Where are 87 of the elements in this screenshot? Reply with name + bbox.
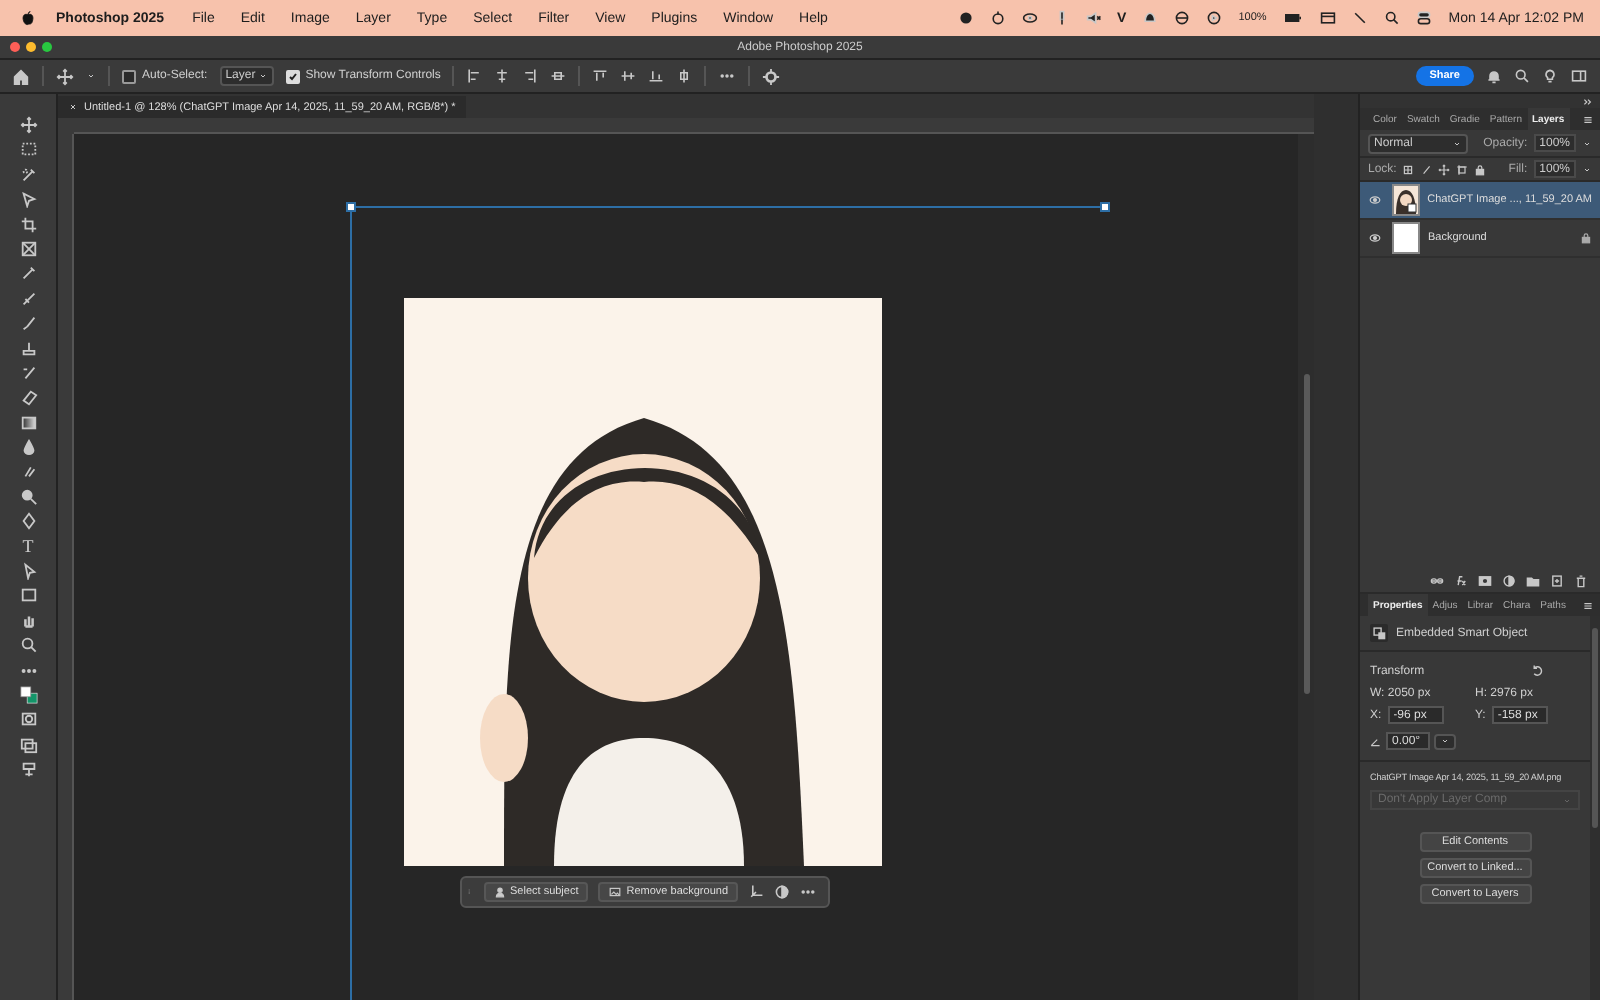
checkbox[interactable] xyxy=(122,69,136,83)
control-center-icon[interactable] xyxy=(1416,10,1433,26)
transform-handle[interactable] xyxy=(346,202,356,212)
align-center-icon[interactable] xyxy=(494,68,511,84)
type-tool[interactable]: T xyxy=(22,537,34,556)
bandage-icon[interactable] xyxy=(19,289,37,308)
search-icon[interactable] xyxy=(1384,10,1401,26)
checkerboard-icon[interactable] xyxy=(1402,163,1415,175)
battery-icon[interactable] xyxy=(1282,10,1305,26)
eye-icon[interactable] xyxy=(1021,10,1038,26)
align-left-icon[interactable] xyxy=(466,68,483,84)
align-top-icon[interactable] xyxy=(592,68,609,84)
menu-icon[interactable] xyxy=(1582,599,1594,611)
play-icon[interactable] xyxy=(1206,10,1223,26)
dodge-icon[interactable] xyxy=(19,487,37,506)
stamp-icon[interactable] xyxy=(19,339,37,358)
quick-mask-icon[interactable] xyxy=(19,710,37,729)
pen-icon[interactable] xyxy=(19,512,37,531)
color-swatches-icon[interactable] xyxy=(19,685,37,704)
marquee-icon[interactable] xyxy=(19,140,37,159)
lock-icon[interactable] xyxy=(1474,163,1487,175)
path-select-icon[interactable] xyxy=(19,562,37,581)
crop-icon[interactable] xyxy=(19,215,37,234)
move-icon[interactable] xyxy=(19,116,37,134)
trash-icon[interactable] xyxy=(1574,573,1588,587)
distribute-icon[interactable] xyxy=(550,68,567,84)
screen-mode-icon[interactable] xyxy=(19,735,37,754)
reset-icon[interactable] xyxy=(1530,664,1544,678)
align-right-icon[interactable] xyxy=(522,68,539,84)
gear-icon[interactable] xyxy=(762,67,781,85)
gradient-icon[interactable] xyxy=(19,413,37,432)
drop-icon[interactable] xyxy=(19,438,37,457)
eyedropper-icon[interactable] xyxy=(19,264,37,283)
minimize-window-button[interactable] xyxy=(26,42,36,52)
move-icon[interactable] xyxy=(1438,163,1451,175)
frame-icon[interactable] xyxy=(19,239,37,258)
angle-icon xyxy=(1370,735,1382,747)
link-icon[interactable] xyxy=(1430,573,1444,587)
pointer-icon[interactable] xyxy=(19,190,37,209)
selection-brush-icon[interactable] xyxy=(19,165,37,184)
landscape-icon xyxy=(608,886,623,898)
folder-icon[interactable] xyxy=(1526,573,1540,587)
close-icon[interactable] xyxy=(68,102,78,112)
window-icon[interactable] xyxy=(1320,10,1337,26)
artboard-icon[interactable] xyxy=(1456,163,1469,175)
mask-icon[interactable] xyxy=(1478,573,1492,587)
transform-handle[interactable] xyxy=(1100,202,1110,212)
collapse-icon[interactable] xyxy=(1582,95,1594,107)
timer-icon[interactable] xyxy=(989,10,1006,26)
fx-icon[interactable] xyxy=(1454,573,1468,587)
eraser-icon[interactable] xyxy=(19,388,37,407)
move-icon[interactable] xyxy=(56,67,74,85)
more-icon[interactable] xyxy=(800,884,817,900)
contrast-icon[interactable] xyxy=(774,884,791,900)
close-window-button[interactable] xyxy=(10,42,20,52)
zoom-window-button[interactable] xyxy=(42,42,52,52)
adjustment-icon[interactable] xyxy=(1502,573,1516,587)
panel-scrollbar[interactable] xyxy=(1590,616,1600,1000)
search-icon[interactable] xyxy=(1514,68,1530,84)
home-icon[interactable] xyxy=(12,67,30,85)
share-screen-icon[interactable] xyxy=(19,760,37,779)
more-icon[interactable] xyxy=(718,68,737,84)
distribute-vertical-icon[interactable] xyxy=(676,68,693,84)
history-brush-icon[interactable] xyxy=(19,363,37,382)
lightbulb-icon[interactable] xyxy=(1542,68,1558,84)
apple-icon[interactable] xyxy=(20,10,36,26)
menu-icon[interactable] xyxy=(1582,113,1594,125)
checkbox[interactable] xyxy=(285,69,300,83)
hand-icon[interactable] xyxy=(19,611,37,630)
layer-thumbnail xyxy=(1392,222,1420,254)
brush-icon[interactable] xyxy=(19,314,37,333)
magnifier-icon[interactable] xyxy=(19,636,37,655)
panel-layout-icon[interactable] xyxy=(1570,68,1588,84)
smudge-icon[interactable] xyxy=(19,462,37,481)
brush-icon[interactable] xyxy=(1420,163,1433,175)
rectangle-icon[interactable] xyxy=(19,586,37,605)
align-middle-icon[interactable] xyxy=(620,68,637,84)
globe-icon[interactable] xyxy=(1174,10,1191,26)
smart-object-icon xyxy=(1372,626,1386,640)
slash-icon[interactable] xyxy=(1352,10,1369,26)
lock-icon[interactable] xyxy=(1580,232,1592,244)
person-icon xyxy=(494,886,506,898)
crop-transform-icon[interactable] xyxy=(748,884,765,900)
bell-icon[interactable] xyxy=(1486,68,1502,84)
align-bottom-icon[interactable] xyxy=(648,68,665,84)
speaker-icon[interactable] xyxy=(1085,10,1102,26)
new-layer-icon[interactable] xyxy=(1550,573,1564,587)
